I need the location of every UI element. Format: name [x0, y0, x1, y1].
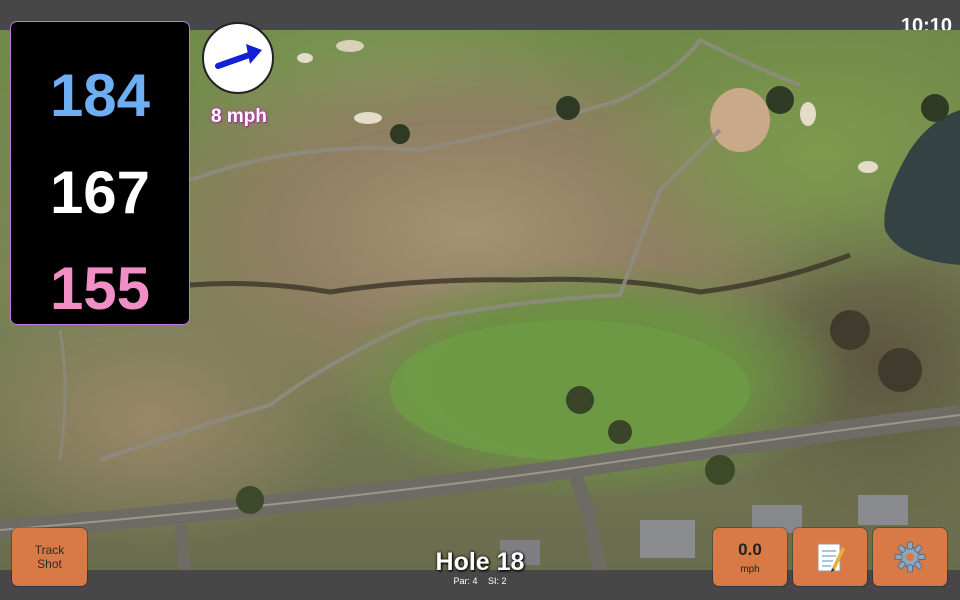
yardage-panel: 184 167 155 [11, 22, 189, 324]
house [858, 495, 908, 525]
tree [390, 124, 410, 144]
track-shot-button[interactable]: Track Shot [12, 528, 87, 586]
hole-details: Par: 4 SI: 2 [380, 576, 580, 586]
house [640, 520, 695, 558]
bunker [800, 102, 816, 126]
speed-value: 0.0 [738, 539, 762, 559]
notepad-icon [817, 543, 845, 572]
wind-indicator[interactable] [202, 22, 274, 94]
back-yardage: 184 [49, 62, 151, 129]
cart-path [58, 329, 67, 461]
tree [921, 94, 949, 122]
speed-button[interactable]: 0.0 mph [713, 528, 787, 586]
bunker [297, 53, 313, 63]
wind-arrow-icon [215, 44, 262, 69]
driveway [174, 524, 191, 570]
tree [556, 96, 580, 120]
middle-yardage: 167 [49, 159, 151, 226]
wind-speed: 8 mph [211, 106, 267, 127]
bunker [354, 112, 382, 124]
tree [566, 386, 594, 414]
hole-stroke-index: SI: 2 [488, 576, 507, 586]
gear-icon [894, 541, 926, 573]
tree [830, 310, 870, 350]
tree [705, 455, 735, 485]
tree [766, 86, 794, 114]
water-hazard [884, 110, 960, 265]
track-shot-label-line1: Track [34, 543, 65, 557]
putting-green [710, 88, 770, 152]
front-yardage: 155 [49, 255, 151, 322]
bunker [336, 40, 364, 52]
creek [189, 252, 851, 295]
track-shot-label-line2: Shot [37, 557, 62, 571]
tree [608, 420, 632, 444]
hole-par: Par: 4 [453, 576, 478, 586]
hole-title: Hole 18 [435, 548, 525, 576]
speed-unit: mph [740, 563, 760, 575]
fairway [390, 320, 750, 460]
settings-button[interactable] [873, 528, 947, 586]
bunker [858, 161, 878, 173]
tree [878, 348, 922, 392]
notes-button[interactable] [793, 528, 867, 586]
tree [236, 486, 264, 514]
